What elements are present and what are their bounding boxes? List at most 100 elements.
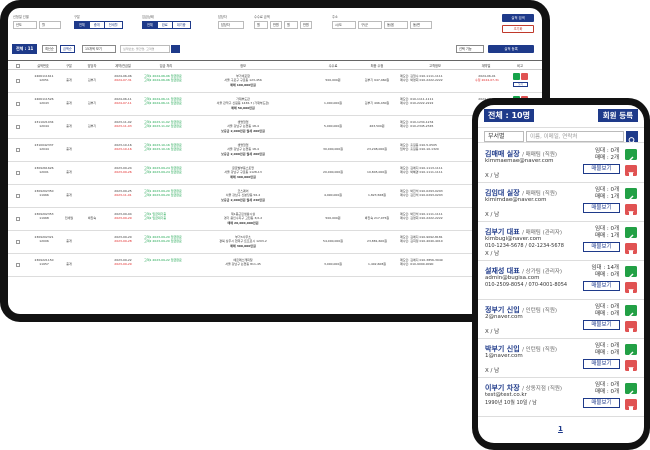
view-listings-button[interactable]: 매물보기: [583, 398, 620, 408]
type-all-tab[interactable]: 전체: [75, 22, 90, 28]
table-search-button[interactable]: [171, 45, 180, 59]
tablet-frame: 신청일 선별 년도 월 구분 전체 중개 전세월 임금상태 전체 완료 대기중 …: [0, 0, 550, 322]
view-listings-button[interactable]: 매물보기: [583, 359, 620, 369]
member-name-text: 김매매 실장: [485, 150, 520, 158]
mobile-header: 전체 : 10명 회원 등록: [478, 105, 644, 125]
phone-frame: 전체 : 10명 회원 등록 부서별 이름, 이메일, 연락처 김매매 실장 /…: [472, 98, 650, 450]
view-listings-button[interactable]: 매물보기: [583, 203, 620, 213]
row-number: 2406111526 12043: [34, 97, 54, 106]
dongmyeon-select[interactable]: 동/면: [410, 21, 432, 29]
edit-member-button[interactable]: [625, 188, 637, 201]
delete-member-button[interactable]: [625, 360, 637, 373]
fee-max-unit[interactable]: 만원: [300, 21, 312, 29]
member-card: 정부기 신입 / 인턴팀 (직원) 2@naver.com X / 남 임대 : 0개…: [478, 301, 644, 339]
view-listings-button[interactable]: 매물보기: [583, 320, 620, 330]
gugun-select[interactable]: 구/군: [358, 21, 382, 29]
trash-icon: [628, 250, 634, 256]
view-listings-button[interactable]: 매물보기: [583, 242, 620, 252]
sale-count: 매매 : 2개: [594, 155, 619, 161]
row-number: 2309261626 12001: [34, 166, 54, 175]
row-info: 글로벌부동스토엉 서울 강남구 구로동 1128-13 매매 400,000만원: [224, 166, 262, 179]
table-row: 2406111611 12051 중개 김부기 2024-06-06 2024-07…: [8, 70, 542, 93]
row-fee: 30,000,000원: [323, 147, 343, 151]
deposit-all-tab[interactable]: 전체: [143, 22, 158, 28]
deposit-done-tab[interactable]: 완료: [158, 22, 173, 28]
sort-latest-button[interactable]: 최신순: [42, 45, 57, 53]
member-extra: 1990년 10월 10일 / 남: [485, 399, 537, 406]
row-modified: 463,500원: [369, 124, 385, 128]
edit-member-button[interactable]: [625, 227, 637, 240]
pencil-icon: [628, 351, 634, 357]
sale-count: 매매 : 0개: [594, 350, 619, 356]
row-checkbox[interactable]: [16, 194, 20, 198]
delete-member-button[interactable]: [625, 204, 637, 217]
member-name-text: 김부기 대표: [485, 228, 520, 236]
delete-button[interactable]: [521, 73, 528, 80]
member-search-input[interactable]: 이름, 이메일, 연락처: [526, 131, 624, 142]
delete-member-button[interactable]: [625, 243, 637, 256]
view-button[interactable]: 보기: [513, 82, 528, 87]
search-button[interactable]: 실적 검색: [502, 14, 534, 22]
member-name-text: 설재성 대표: [485, 267, 520, 275]
delete-member-button[interactable]: [625, 321, 637, 334]
row-modified: 10,845,000원: [367, 170, 387, 174]
row-checkbox[interactable]: [16, 79, 20, 83]
row-checkbox[interactable]: [16, 102, 20, 106]
table-row: 2310042337 12044 중개 2023-10-16 2023-10-16 …: [8, 139, 542, 162]
sale-count: 매매 : 1개: [594, 194, 619, 200]
fee-min-unit[interactable]: 만원: [270, 21, 282, 29]
sort-amount-button[interactable]: 금액순: [60, 45, 75, 53]
row-checkbox[interactable]: [16, 171, 20, 175]
row-deposit: 고객1 2023-09-20 입금완료 고객2 2023-09-20 입금완료: [144, 189, 182, 198]
select-all-checkbox[interactable]: [16, 64, 20, 68]
edit-member-button[interactable]: [625, 305, 637, 318]
row-checkbox[interactable]: [16, 240, 20, 244]
type-lease-tab[interactable]: 전세월: [105, 22, 122, 28]
per-page-select[interactable]: 15개씩 보기: [82, 45, 116, 53]
delete-member-button[interactable]: [625, 165, 637, 178]
row-checkbox[interactable]: [16, 217, 20, 221]
year-select[interactable]: 년도: [13, 21, 37, 29]
table-search-input[interactable]: 실적번호, 물건명, 고객명: [120, 45, 170, 53]
edit-member-button[interactable]: [625, 344, 637, 357]
view-listings-button[interactable]: 매물보기: [583, 281, 620, 291]
member-register-button[interactable]: 회원 등록: [597, 109, 638, 122]
register-performance-button[interactable]: 실적 등록: [488, 45, 534, 53]
tablet-screen: 신청일 선별 년도 월 구분 전체 중개 전세월 임금상태 전체 완료 대기중 …: [8, 8, 542, 314]
dong-select[interactable]: 동/읍: [384, 21, 408, 29]
mobile-pagination[interactable]: 1: [558, 425, 563, 433]
row-agent: 김부기: [87, 78, 97, 82]
row-fee: 500,000원: [325, 216, 341, 220]
edit-member-button[interactable]: [625, 266, 637, 279]
edit-member-button[interactable]: [625, 149, 637, 162]
fee-max-input[interactable]: 원: [284, 21, 298, 29]
edit-button[interactable]: [513, 73, 520, 80]
trash-icon: [628, 289, 634, 295]
row-checkbox[interactable]: [16, 148, 20, 152]
row-number: 2309202321 12006: [34, 235, 54, 244]
delete-member-button[interactable]: [625, 282, 637, 295]
sido-select[interactable]: 시/도: [332, 21, 356, 29]
reset-button[interactable]: 초기화: [502, 25, 534, 33]
member-email: 2@naver.com: [485, 314, 523, 320]
month-select[interactable]: 월: [39, 21, 61, 29]
row-checkbox[interactable]: [16, 125, 20, 129]
row-customer: 매도인: 홍길동 010-5-0505 임차인: 홍길동 010-10-1320: [400, 143, 439, 152]
deposit-wait-tab[interactable]: 대기중: [173, 22, 190, 28]
fee-min-input[interactable]: 원: [254, 21, 268, 29]
view-listings-button[interactable]: 매물보기: [583, 164, 620, 174]
type-broker-tab[interactable]: 중개: [90, 22, 105, 28]
member-email: kimimdae@naver.com: [485, 197, 547, 203]
row-customer: 매도인: 김에디 010-9092-8181 매수인: 김희정 010-4040-…: [400, 235, 443, 244]
total-count: 전체 : 11: [12, 44, 38, 54]
edit-member-button[interactable]: [625, 383, 637, 396]
row-checkbox[interactable]: [16, 263, 20, 267]
row-agent: 김부기: [87, 101, 97, 105]
agent-select[interactable]: 담당자: [218, 21, 244, 29]
member-search-button[interactable]: [626, 131, 638, 144]
delete-member-button[interactable]: [625, 399, 637, 412]
table-row: 2309221150 11957 중개 2023-09-22 2023-09-29 …: [8, 254, 542, 277]
department-select[interactable]: 부서별: [484, 131, 524, 142]
select-function-dropdown[interactable]: 선택 기능: [456, 45, 484, 53]
pencil-icon: [628, 156, 634, 162]
